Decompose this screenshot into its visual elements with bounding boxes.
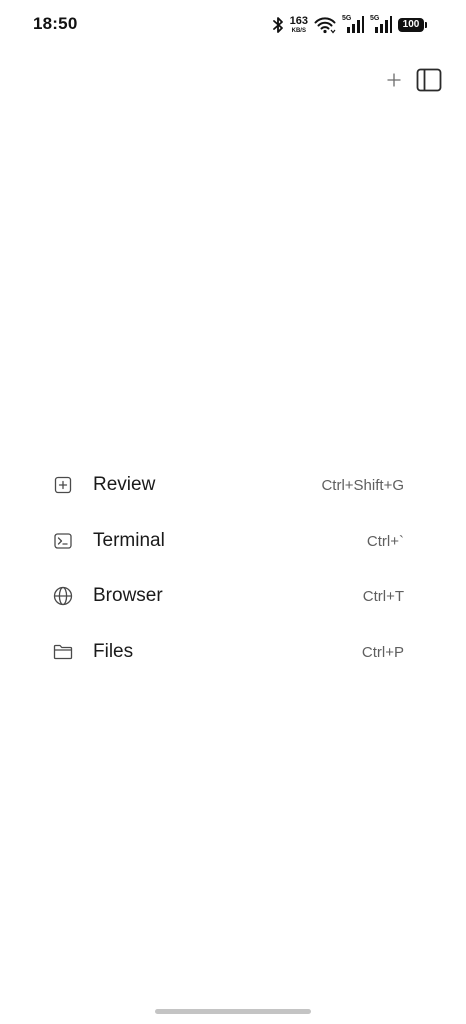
menu-item-shortcut: Ctrl+P (361, 643, 404, 661)
toggle-sidebar-button[interactable] (416, 68, 442, 97)
menu-item-label: Browser (93, 585, 163, 606)
home-indicator[interactable] (155, 1009, 311, 1014)
menu-item-label: Terminal (93, 530, 165, 551)
net-speed-value: 163 (289, 15, 308, 27)
menu-item-label: Review (93, 474, 156, 495)
net-speed: 163 KB/S (289, 15, 308, 35)
sidebar-panel-icon (416, 68, 442, 97)
menu-item-browser[interactable]: Browser Ctrl+T (52, 576, 404, 616)
menu-item-review[interactable]: Review Ctrl+Shift+G (52, 465, 404, 505)
folder-icon (52, 641, 74, 663)
menu-item-shortcut: Ctrl+T (362, 587, 404, 605)
status-time: 18:50 (33, 14, 78, 33)
bluetooth-icon (272, 16, 284, 34)
globe-icon (52, 585, 74, 607)
battery-icon: 100 (398, 18, 427, 32)
menu-item-shortcut: Ctrl+` (366, 532, 404, 550)
terminal-icon (52, 530, 74, 552)
signal-icon: 5G (342, 15, 364, 35)
menu-item-shortcut: Ctrl+Shift+G (321, 476, 404, 494)
status-icons: 163 KB/S 5G 5G 100 (272, 14, 427, 36)
plus-square-icon (52, 474, 74, 496)
menu-item-terminal[interactable]: Terminal Ctrl+` (52, 521, 404, 561)
battery-level: 100 (402, 19, 420, 30)
new-tab-button[interactable] (384, 72, 404, 92)
status-bar: 18:50 163 KB/S 5G 5G 100 (0, 0, 466, 52)
wifi-icon (314, 16, 336, 34)
menu-item-label: Files (93, 641, 134, 662)
signal-icon: 5G (370, 15, 392, 35)
plus-icon (387, 72, 401, 92)
menu-item-files[interactable]: Files Ctrl+P (52, 632, 404, 672)
net-speed-unit: KB/S (291, 28, 306, 34)
